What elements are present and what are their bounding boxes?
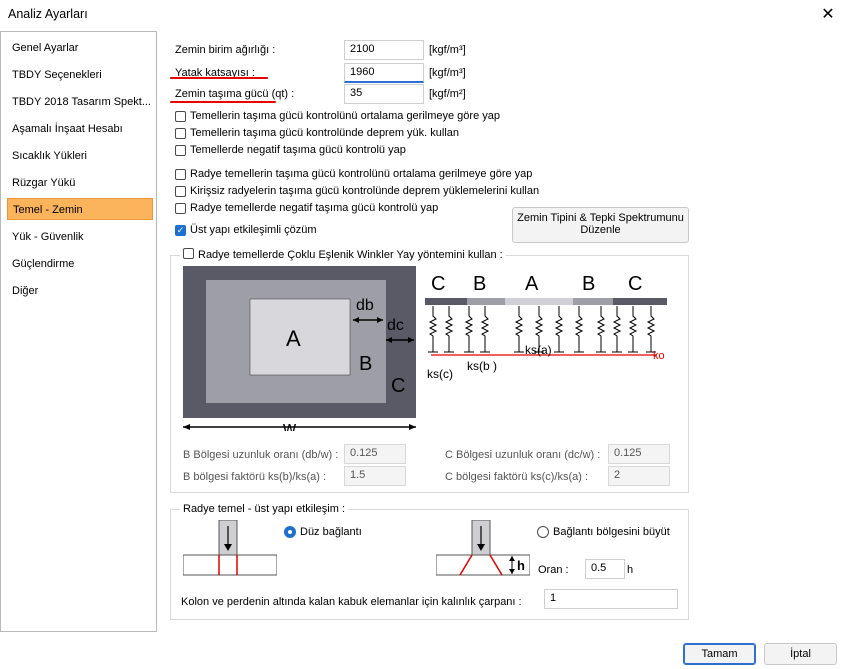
negative-bearing-checkbox[interactable]: [175, 145, 186, 156]
red-underline-mark: [170, 77, 268, 79]
section-zone-c-left: C: [431, 273, 445, 295]
negative-bearing-label: Temellerde negatif taşıma gücü kontrolü …: [190, 144, 406, 156]
c-ratio-input[interactable]: 0.125: [608, 444, 670, 464]
edit-soil-spectrum-line2: Düzenle: [580, 224, 621, 236]
bearing-capacity-input[interactable]: 35: [344, 84, 424, 104]
sidebar-item-other[interactable]: Diğer: [7, 280, 153, 302]
enlarge-connection-radio[interactable]: [537, 526, 549, 538]
winkler-method-checkbox[interactable]: [183, 248, 194, 259]
b-factor-input[interactable]: 1.5: [344, 466, 406, 486]
section-zone-a: A: [525, 273, 539, 295]
zone-b-label: B: [359, 353, 372, 375]
dc-label: dc: [387, 317, 404, 334]
cancel-button[interactable]: İptal: [764, 643, 837, 665]
analysis-settings-dialog: Analiz Ayarları ✕ Genel Ayarlar TBDY Seç…: [0, 0, 842, 669]
ko-label: ko: [653, 350, 665, 362]
w-label: w: [282, 418, 297, 431]
b-factor-label: B bölgesi faktörü ks(b)/ks(a) :: [183, 471, 327, 483]
beamless-raft-seismic-label: Kirişsiz radyelerin taşıma gücü kontrolü…: [190, 185, 540, 197]
raft-avg-stress-checkbox[interactable]: [175, 169, 186, 180]
edit-soil-spectrum-button[interactable]: Zemin Tipini & Tepki Spektrumunu Düzenle: [512, 207, 689, 243]
bed-coefficient-input[interactable]: 1960: [344, 63, 424, 83]
raft-zone-plan-diagram: A B C db dc w: [183, 266, 416, 431]
zone-a-label: A: [286, 326, 301, 351]
sidebar-item-temperature-loads[interactable]: Sıcaklık Yükleri: [7, 145, 153, 167]
raft-negative-bearing-label: Radye temellerde negatif taşıma gücü kon…: [190, 202, 439, 214]
h-dimension-label: h: [517, 558, 525, 573]
avg-stress-bearing-checkbox[interactable]: [175, 111, 186, 122]
thickness-multiplier-label: Kolon ve perdenin altında kalan kabuk el…: [181, 596, 522, 608]
spring-section-diagram: C B A B C ko ks(a) ks(b ) ks(c): [421, 266, 671, 406]
sidebar-item-tbdy-spectrum[interactable]: TBDY 2018 Tasarım Spekt...: [7, 91, 153, 113]
sidebar-item-staged-construction[interactable]: Aşamalı İnşaat Hesabı: [7, 118, 153, 140]
section-zone-b-left: B: [473, 273, 486, 295]
c-factor-input[interactable]: 2: [608, 466, 670, 486]
ratio-unit: h: [627, 564, 634, 576]
superstructure-interaction-checkbox[interactable]: ✓: [175, 225, 186, 236]
bearing-capacity-label: Zemin taşıma gücü (qt) :: [175, 88, 295, 100]
ok-button[interactable]: Tamam: [683, 643, 756, 665]
sidebar-item-general[interactable]: Genel Ayarlar: [7, 37, 153, 59]
ratio-label: Oran :: [538, 564, 569, 576]
seismic-bearing-label: Temellerin taşıma gücü kontrolünde depre…: [190, 127, 460, 139]
direct-connection-diagram: [183, 520, 277, 576]
close-icon[interactable]: ✕: [815, 2, 841, 28]
title-bar: Analiz Ayarları ✕: [0, 0, 842, 30]
zone-c-label: C: [391, 375, 405, 397]
sidebar-item-tbdy-options[interactable]: TBDY Seçenekleri: [7, 64, 153, 86]
winkler-method-label: Radye temellerde Çoklu Eşlenik Winkler Y…: [198, 249, 503, 261]
sidebar-item-foundation-soil[interactable]: Temel - Zemin: [7, 198, 153, 220]
b-ratio-input[interactable]: 0.125: [344, 444, 406, 464]
ks-a-label: ks(a): [525, 343, 552, 357]
red-underline-mark: [170, 101, 276, 103]
sidebar-item-strengthening[interactable]: Güçlendirme: [7, 253, 153, 275]
raft-negative-bearing-checkbox[interactable]: [175, 203, 186, 214]
thickness-multiplier-input[interactable]: 1: [544, 589, 678, 609]
c-ratio-label: C Bölgesi uzunluk oranı (dc/w) :: [445, 449, 601, 461]
ks-b-label: ks(b ): [467, 359, 497, 373]
ratio-input[interactable]: 0.5: [585, 559, 625, 579]
raft-avg-stress-label: Radye temellerin taşıma gücü kontrolünü …: [190, 168, 533, 180]
sidebar-item-wind-load[interactable]: Rüzgar Yükü: [7, 172, 153, 194]
raft-interaction-title: Radye temel - üst yapı etkileşim :: [180, 502, 349, 516]
c-factor-label: C bölgesi faktörü ks(c)/ks(a) :: [445, 471, 589, 483]
unit-weight-label: Zemin birim ağırlığı :: [175, 44, 276, 56]
winkler-group-header: Radye temellerde Çoklu Eşlenik Winkler Y…: [180, 248, 506, 262]
b-ratio-label: B Bölgesi uzunluk oranı (db/w) :: [183, 449, 339, 461]
bed-coefficient-unit: [kgf/m³]: [429, 67, 466, 79]
db-label: db: [356, 297, 374, 314]
edit-soil-spectrum-line1: Zemin Tipini & Tepki Spektrumunu: [517, 212, 684, 224]
section-zone-c-right: C: [628, 273, 642, 295]
section-zone-b-right: B: [582, 273, 595, 295]
unit-weight-unit: [kgf/m³]: [429, 44, 466, 56]
ks-c-label: ks(c): [427, 367, 453, 381]
settings-sidebar: Genel Ayarlar TBDY Seçenekleri TBDY 2018…: [0, 31, 157, 632]
direct-connection-label: Düz bağlantı: [300, 526, 362, 538]
beamless-raft-seismic-checkbox[interactable]: [175, 186, 186, 197]
sidebar-item-load-safety[interactable]: Yük - Güvenlik: [7, 226, 153, 248]
avg-stress-bearing-label: Temellerin taşıma gücü kontrolünü ortala…: [190, 110, 500, 122]
window-title: Analiz Ayarları: [8, 7, 88, 21]
seismic-bearing-checkbox[interactable]: [175, 128, 186, 139]
enlarge-connection-label: Bağlantı bölgesini büyüt: [553, 526, 670, 538]
bearing-capacity-unit: [kgf/m²]: [429, 88, 466, 100]
direct-connection-radio[interactable]: [284, 526, 296, 538]
superstructure-interaction-label: Üst yapı etkileşimli çözüm: [190, 224, 317, 236]
unit-weight-input[interactable]: 2100: [344, 40, 424, 60]
enlarged-connection-diagram: h: [436, 520, 530, 576]
